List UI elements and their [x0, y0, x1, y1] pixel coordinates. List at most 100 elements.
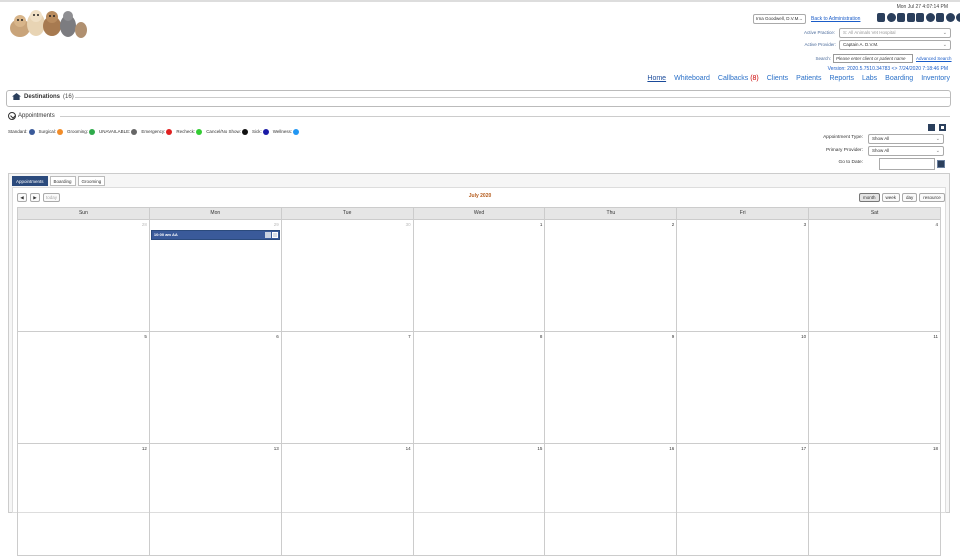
active-practice-select[interactable]: S: All Animals Vet Hospital ⌄: [839, 28, 951, 38]
day-number: 4: [935, 222, 939, 227]
logo: [10, 10, 87, 38]
day-number: 7: [408, 334, 411, 339]
go-to-date-label: Go to Date:: [838, 160, 863, 165]
search-input[interactable]: Please enter client or patient name: [833, 54, 913, 63]
note-icon[interactable]: [264, 232, 271, 238]
appointments-divider: [60, 116, 950, 117]
view-day-button[interactable]: day: [902, 193, 918, 202]
tab-appointments[interactable]: Appointments: [12, 176, 48, 186]
day-cell[interactable]: 7: [281, 332, 414, 444]
document-icon[interactable]: [906, 13, 915, 22]
legend-item: UNAVAILABLE:: [99, 129, 139, 135]
user-select[interactable]: Irna Goodwell, D.V.M. ⌄: [753, 14, 806, 24]
day-cell[interactable]: 29 10:00 am AA: [149, 220, 282, 332]
day-cell[interactable]: 30: [281, 220, 414, 332]
nav-clients[interactable]: Clients: [767, 75, 788, 82]
chat-icon[interactable]: [936, 13, 944, 22]
nav-home[interactable]: Home: [647, 75, 666, 82]
day-cell[interactable]: 11: [809, 332, 942, 444]
nav-boarding[interactable]: Boarding: [885, 75, 913, 82]
day-number: 6: [276, 334, 279, 339]
appointments-title: Appointments: [18, 113, 55, 119]
weekday-label: Wed: [414, 208, 546, 219]
week-row: 28 29 10:00 am AA 30 1 2 3 4: [17, 220, 942, 332]
legend-item: Surgical:: [39, 129, 66, 135]
day-cell[interactable]: 10: [677, 332, 810, 444]
nav-whiteboard[interactable]: Whiteboard: [674, 75, 710, 82]
weekday-label: Sun: [18, 208, 150, 219]
version-info: Version: 2020.5.7510.34783 <> 7/24/2020 …: [827, 66, 948, 72]
appointment-type-select[interactable]: Show All ⌄: [868, 134, 944, 144]
day-cell[interactable]: 1: [413, 220, 546, 332]
legend-item: Grooming:: [67, 129, 97, 135]
destinations-header[interactable]: Destinations (16): [12, 93, 74, 100]
day-cell[interactable]: 5: [18, 332, 150, 444]
day-cell[interactable]: 9: [545, 332, 678, 444]
view-week-button[interactable]: week: [881, 193, 901, 202]
legend-item: Wellness:: [273, 129, 301, 135]
month-grid: Sun Mon Tue Wed Thu Fri Sat 28 29 10:00 …: [17, 207, 942, 556]
appointment-legend: Standard: Surgical: Grooming: UNAVAILABL…: [8, 129, 301, 135]
day-cell[interactable]: 15: [413, 444, 546, 556]
home-icon: [12, 93, 21, 100]
nav-reports[interactable]: Reports: [829, 75, 854, 82]
active-provider-select[interactable]: Captain A. D.V.M. ⌄: [839, 40, 951, 50]
calendar-icon[interactable]: [937, 160, 945, 168]
go-to-date-input[interactable]: [879, 158, 935, 170]
lock-icon[interactable]: [877, 13, 885, 22]
legend-dot: [89, 129, 96, 135]
day-number: 16: [669, 446, 675, 451]
day-cell[interactable]: 8: [413, 332, 546, 444]
day-cell[interactable]: 16: [545, 444, 678, 556]
active-practice-label: Active Practice:: [803, 30, 835, 35]
day-cell[interactable]: 18: [809, 444, 942, 556]
weekday-label: Mon: [150, 208, 282, 219]
day-cell[interactable]: 12: [18, 444, 150, 556]
view-resource-button[interactable]: resource: [919, 193, 945, 202]
clock-icon[interactable]: [886, 13, 896, 22]
help-icon[interactable]: [945, 13, 955, 22]
gear-icon[interactable]: [925, 13, 935, 22]
appointments-header[interactable]: Appointments: [8, 112, 55, 120]
primary-provider-select[interactable]: Show All ⌄: [868, 146, 944, 156]
print-icon[interactable]: [928, 124, 935, 131]
power-icon[interactable]: [956, 13, 960, 22]
day-cell[interactable]: 2: [545, 220, 678, 332]
day-number: 29: [273, 222, 279, 227]
view-switcher: month week day resource: [859, 193, 945, 202]
back-to-administration-link[interactable]: Back to Administration: [811, 16, 860, 22]
day-number: 1: [539, 222, 543, 227]
legend-item: Standard:: [8, 129, 37, 135]
view-month-button[interactable]: month: [859, 193, 880, 202]
tab-grooming[interactable]: Grooming: [77, 176, 106, 186]
tab-boarding[interactable]: Boarding: [49, 176, 76, 186]
day-cell[interactable]: 28: [18, 220, 150, 332]
day-number: 30: [405, 222, 411, 227]
day-number: 11: [933, 334, 939, 339]
nav-labs[interactable]: Labs: [862, 75, 877, 82]
tag-icon[interactable]: [897, 13, 905, 22]
nav-patients[interactable]: Patients: [796, 75, 821, 82]
legend-item: Sick:: [252, 129, 271, 135]
mail-icon[interactable]: [916, 13, 924, 22]
day-number: 9: [671, 334, 675, 339]
day-cell[interactable]: 14: [281, 444, 414, 556]
advanced-search-link[interactable]: Advanced Search: [916, 56, 952, 61]
day-cell[interactable]: 3: [677, 220, 810, 332]
nav-callbacks[interactable]: Callbacks (8): [718, 75, 759, 82]
top-border: [0, 0, 960, 2]
weekday-label: Thu: [545, 208, 678, 219]
appointment-event[interactable]: 10:00 am AA: [150, 230, 280, 240]
legend-dot: [196, 129, 203, 135]
day-number: 8: [539, 334, 543, 339]
legend-dot: [262, 129, 269, 135]
day-cell[interactable]: 13: [149, 444, 282, 556]
nav-inventory[interactable]: Inventory: [921, 75, 950, 82]
expand-icon[interactable]: [939, 124, 946, 131]
check-icon[interactable]: [271, 232, 278, 238]
day-cell[interactable]: 4: [809, 220, 942, 332]
day-cell[interactable]: 6: [149, 332, 282, 444]
legend-item: Cancel/No Show:: [206, 129, 250, 135]
day-cell[interactable]: 17: [677, 444, 810, 556]
appointment-type-label: Appointment Type:: [823, 135, 863, 140]
